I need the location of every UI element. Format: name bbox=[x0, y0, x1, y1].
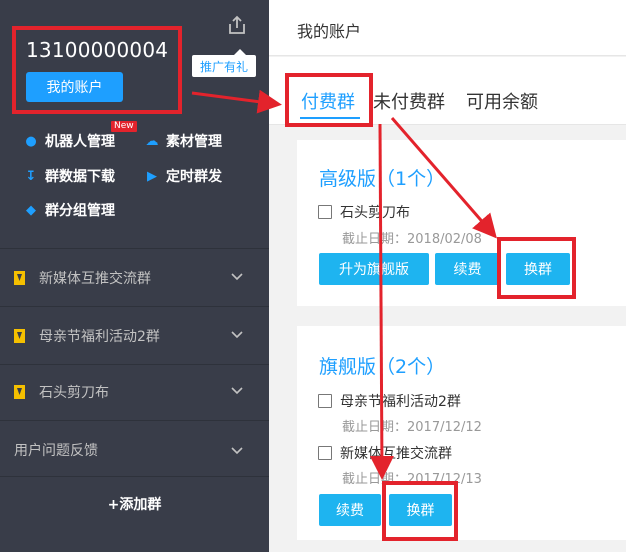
expire-date: 截止日期：2017/12/12 bbox=[342, 420, 482, 435]
sidebar-item-label: 机器人管理 bbox=[45, 134, 115, 150]
expire-date: 截止日期：2018/02/08 bbox=[342, 232, 482, 247]
tab-unpaid-groups[interactable]: 未付费群 bbox=[373, 88, 445, 114]
plan-card-title: 高级版（1个） bbox=[319, 168, 446, 190]
sidebar-item-label: 群数据下载 bbox=[45, 169, 115, 185]
group-label: 母亲节福利活动2群 bbox=[39, 329, 160, 345]
group-bookmark-icon bbox=[14, 385, 25, 399]
chevron-down-icon bbox=[231, 331, 243, 339]
divider bbox=[0, 476, 269, 477]
plan-card-title: 旗舰版（2个） bbox=[319, 356, 446, 378]
chevron-down-icon bbox=[231, 273, 243, 281]
sidebar-item-label: 群分组管理 bbox=[45, 203, 115, 219]
sidebar-item-label: 定时群发 bbox=[166, 169, 222, 185]
my-account-button[interactable]: 我的账户 bbox=[26, 72, 123, 102]
tab-balance[interactable]: 可用余额 bbox=[466, 88, 538, 114]
cloud-icon: ☁ bbox=[145, 133, 159, 149]
group-bookmark-icon bbox=[14, 329, 25, 343]
sidebar-item-robot[interactable]: ● 机器人管理 bbox=[24, 131, 115, 151]
promo-tooltip[interactable]: 推广有礼 bbox=[192, 49, 256, 77]
group-name: 母亲节福利活动2群 bbox=[340, 394, 461, 410]
sidebar-group-item[interactable]: 新媒体互推交流群 bbox=[0, 250, 269, 306]
checkbox[interactable] bbox=[318, 205, 332, 219]
group-checkbox-row[interactable]: 新媒体互推交流群 bbox=[318, 443, 452, 463]
sidebar-item-material[interactable]: ☁ 素材管理 bbox=[145, 131, 223, 151]
switch-group-highlight-box bbox=[382, 481, 458, 541]
renew-button[interactable]: 续费 bbox=[319, 494, 381, 526]
sidebar-group-item[interactable]: 母亲节福利活动2群 bbox=[0, 308, 269, 364]
share-icon[interactable] bbox=[226, 14, 248, 36]
group-checkbox-row[interactable]: 石头剪刀布 bbox=[318, 202, 410, 222]
group-name: 石头剪刀布 bbox=[340, 205, 410, 221]
sidebar-item-label: 素材管理 bbox=[166, 134, 222, 150]
group-label: 石头剪刀布 bbox=[39, 385, 109, 401]
add-group-button[interactable]: +添加群 bbox=[0, 494, 269, 514]
account-phone: 13100000004 bbox=[26, 38, 169, 62]
sidebar-item-group-manage[interactable]: ◆ 群分组管理 bbox=[24, 200, 115, 220]
chevron-down-icon bbox=[231, 447, 243, 455]
checkbox[interactable] bbox=[318, 446, 332, 460]
robot-icon: ● bbox=[25, 133, 37, 149]
switch-group-highlight-box bbox=[497, 237, 576, 299]
renew-button[interactable]: 续费 bbox=[435, 253, 500, 285]
checkbox[interactable] bbox=[318, 394, 332, 408]
sidebar-item-schedule[interactable]: ▶ 定时群发 bbox=[145, 166, 222, 186]
divider bbox=[0, 420, 269, 421]
new-badge: New bbox=[111, 121, 137, 132]
feedback-item[interactable]: 用户问题反馈 bbox=[14, 440, 98, 460]
group-checkbox-row[interactable]: 母亲节福利活动2群 bbox=[318, 391, 461, 411]
chevron-down-icon bbox=[231, 387, 243, 395]
group-bookmark-icon bbox=[14, 271, 25, 285]
speaker-icon: ▶ bbox=[147, 168, 157, 184]
divider bbox=[0, 306, 269, 307]
tab-highlight-box bbox=[285, 73, 373, 127]
sidebar-item-download[interactable]: ↧ 群数据下载 bbox=[24, 166, 115, 186]
sidebar-group-item[interactable]: 石头剪刀布 bbox=[0, 364, 269, 420]
upgrade-button[interactable]: 升为旗舰版 bbox=[319, 253, 429, 285]
divider bbox=[0, 248, 269, 249]
page-title: 我的账户 bbox=[297, 22, 362, 41]
layers-icon: ◆ bbox=[26, 202, 36, 218]
group-label: 新媒体互推交流群 bbox=[39, 271, 151, 287]
download-icon: ↧ bbox=[25, 168, 37, 184]
group-name: 新媒体互推交流群 bbox=[340, 446, 452, 462]
